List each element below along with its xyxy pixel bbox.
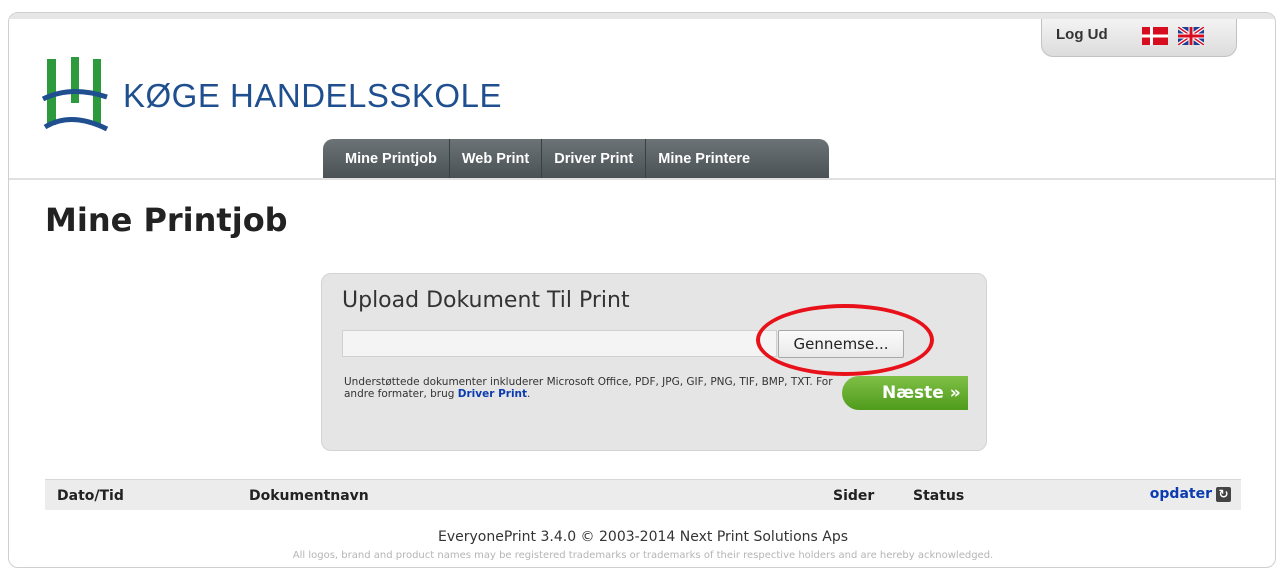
supported-formats-end: . (527, 388, 531, 400)
danish-flag-icon[interactable] (1142, 27, 1168, 45)
driver-print-link[interactable]: Driver Print (458, 388, 527, 400)
browse-button[interactable]: Gennemse... (778, 330, 904, 358)
column-status[interactable]: Status (913, 488, 964, 504)
jobs-table-header: Dato/Tid Dokumentnavn Sider Status opdat… (45, 479, 1241, 510)
nav-item-mine-printjob[interactable]: Mine Printjob (333, 139, 450, 179)
school-logo-icon[interactable] (41, 55, 111, 133)
school-name: KØGE HANDELSSKOLE (123, 77, 502, 114)
page-frame: Log Ud KØGE HANDELSSKOLE Mine Printjob W… (8, 12, 1276, 568)
logout-link[interactable]: Log Ud (1056, 26, 1108, 43)
column-pages[interactable]: Sider (833, 488, 874, 504)
footer-copyright: EveryonePrint 3.4.0 © 2003-2014 Next Pri… (437, 529, 849, 545)
file-path-field[interactable] (342, 330, 777, 357)
page-title: Mine Printjob (45, 201, 288, 239)
next-button[interactable]: Næste » (842, 376, 968, 410)
nav-item-mine-printere[interactable]: Mine Printere (646, 139, 762, 179)
refresh-label: opdater (1149, 486, 1212, 502)
column-document[interactable]: Dokumentnavn (249, 488, 369, 504)
nav-item-driver-print[interactable]: Driver Print (542, 139, 647, 179)
refresh-link[interactable]: opdater ↻ (1150, 486, 1231, 502)
account-bar: Log Ud (1041, 19, 1237, 57)
upload-title: Upload Dokument Til Print (342, 288, 630, 313)
footer-trademark: All logos, brand and product names may b… (292, 550, 994, 561)
refresh-icon[interactable]: ↻ (1216, 486, 1231, 502)
nav-item-web-print[interactable]: Web Print (450, 139, 543, 179)
supported-formats-text: Understøttede dokumenter inkluderer Micr… (344, 376, 864, 400)
header-divider (9, 178, 1275, 180)
supported-formats-label: Understøttede dokumenter inkluderer Micr… (344, 376, 833, 400)
column-date[interactable]: Dato/Tid (57, 488, 124, 504)
main-nav: Mine Printjob Web Print Driver Print Min… (323, 139, 829, 179)
upload-panel: Upload Dokument Til Print Gennemse... Un… (321, 273, 987, 451)
uk-flag-icon[interactable] (1178, 27, 1204, 45)
